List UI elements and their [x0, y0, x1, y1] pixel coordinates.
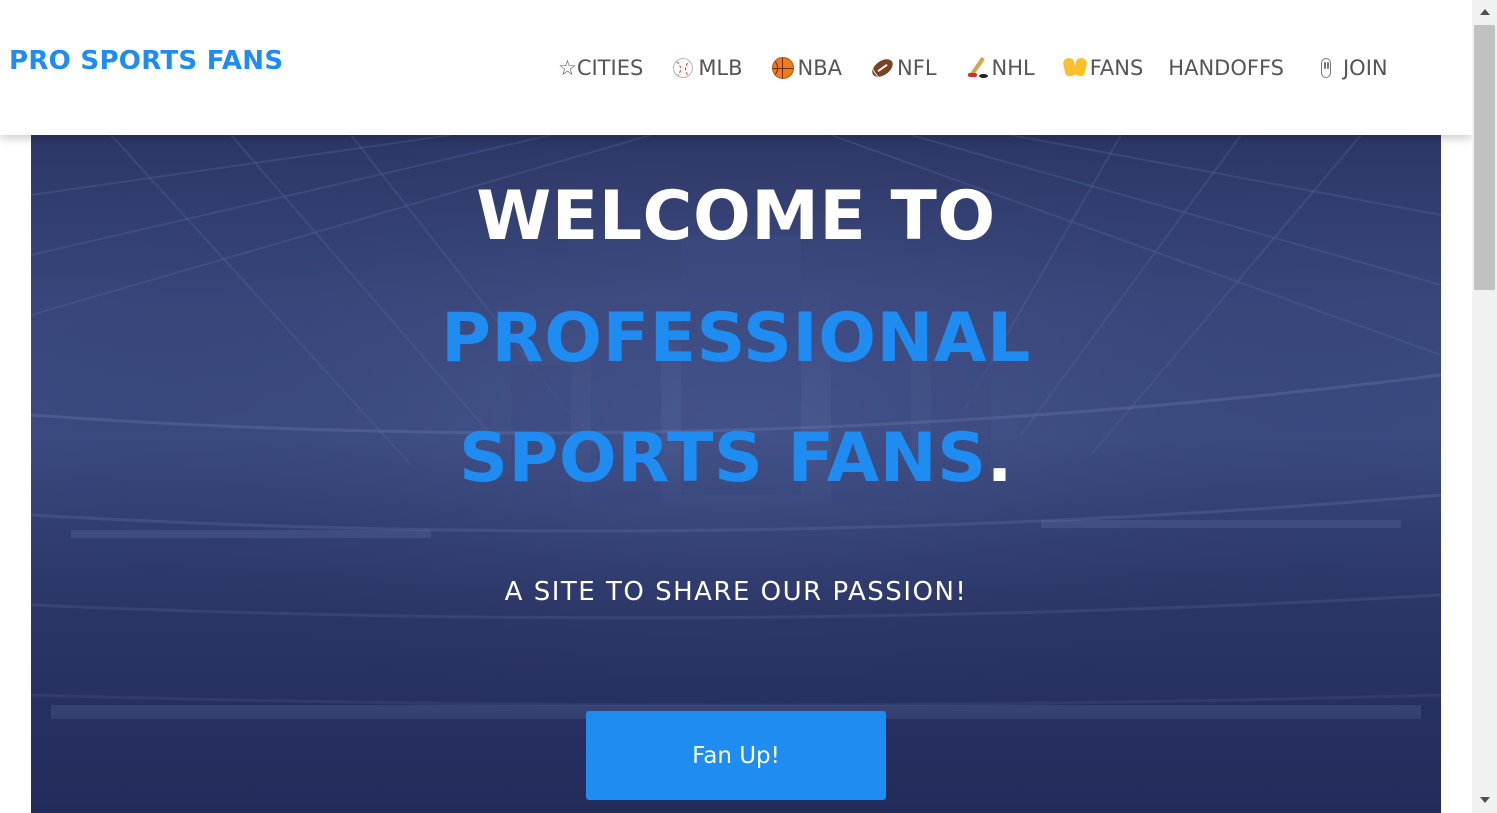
page-scrollbar[interactable]: [1472, 0, 1497, 813]
nav-item-handoffs[interactable]: HANDOFFS: [1168, 54, 1284, 82]
nav-item-mlb[interactable]: MLB: [671, 54, 743, 82]
hero-heading-line-3: SPORTS FANS.: [31, 419, 1441, 498]
nav-item-nhl[interactable]: NHL: [965, 54, 1035, 82]
hero-content: WELCOME TO PROFESSIONAL SPORTS FANS. A S…: [31, 135, 1441, 813]
nav-item-fans-label: FANS: [1089, 56, 1144, 80]
site-logo[interactable]: PRO SPORTS FANS: [9, 46, 283, 76]
basketball-icon: [771, 56, 795, 80]
raised-hands-icon: [1061, 56, 1088, 80]
nav-item-join-label: JOIN: [1342, 56, 1388, 80]
nav-item-join[interactable]: JOIN: [1314, 54, 1388, 82]
nav-item-handoffs-label: HANDOFFS: [1168, 56, 1284, 80]
hero-heading-line-3-text: SPORTS FANS: [459, 419, 987, 498]
nav-item-nhl-label: NHL: [991, 56, 1035, 80]
nav-item-fans[interactable]: FANS: [1061, 54, 1144, 82]
nav-item-cities-label: ☆CITIES: [558, 56, 644, 80]
site-header: PRO SPORTS FANS ☆CITIES MLB NBA NFL NHL: [0, 0, 1472, 135]
hockey-icon: [965, 56, 989, 80]
football-icon: [869, 55, 896, 81]
nav-item-cities[interactable]: ☆CITIES: [558, 54, 643, 82]
nav-item-nba-label: NBA: [797, 56, 843, 80]
nav-item-mlb-label: MLB: [698, 56, 743, 80]
baseball-icon: [671, 56, 695, 80]
scrollbar-thumb[interactable]: [1474, 25, 1495, 290]
fan-up-button[interactable]: Fan Up!: [586, 711, 886, 800]
join-icon: [1314, 56, 1338, 80]
scroll-up-arrow-icon[interactable]: [1480, 9, 1490, 15]
main-nav: ☆CITIES MLB NBA NFL NHL FANS HANDOFFS JO…: [558, 54, 1388, 82]
nav-item-nba[interactable]: NBA: [771, 54, 842, 82]
hero-banner: WELCOME TO PROFESSIONAL SPORTS FANS. A S…: [31, 135, 1441, 813]
hero-heading-line-1: WELCOME TO: [476, 177, 996, 256]
hero-heading-line-2: PROFESSIONAL: [441, 299, 1031, 378]
nav-item-nfl[interactable]: NFL: [869, 54, 937, 82]
hero-heading-period: .: [986, 419, 1013, 498]
scroll-down-arrow-icon[interactable]: [1480, 797, 1490, 803]
hero-subtitle: A SITE TO SHARE OUR PASSION!: [504, 577, 968, 607]
nav-item-nfl-label: NFL: [897, 56, 937, 80]
